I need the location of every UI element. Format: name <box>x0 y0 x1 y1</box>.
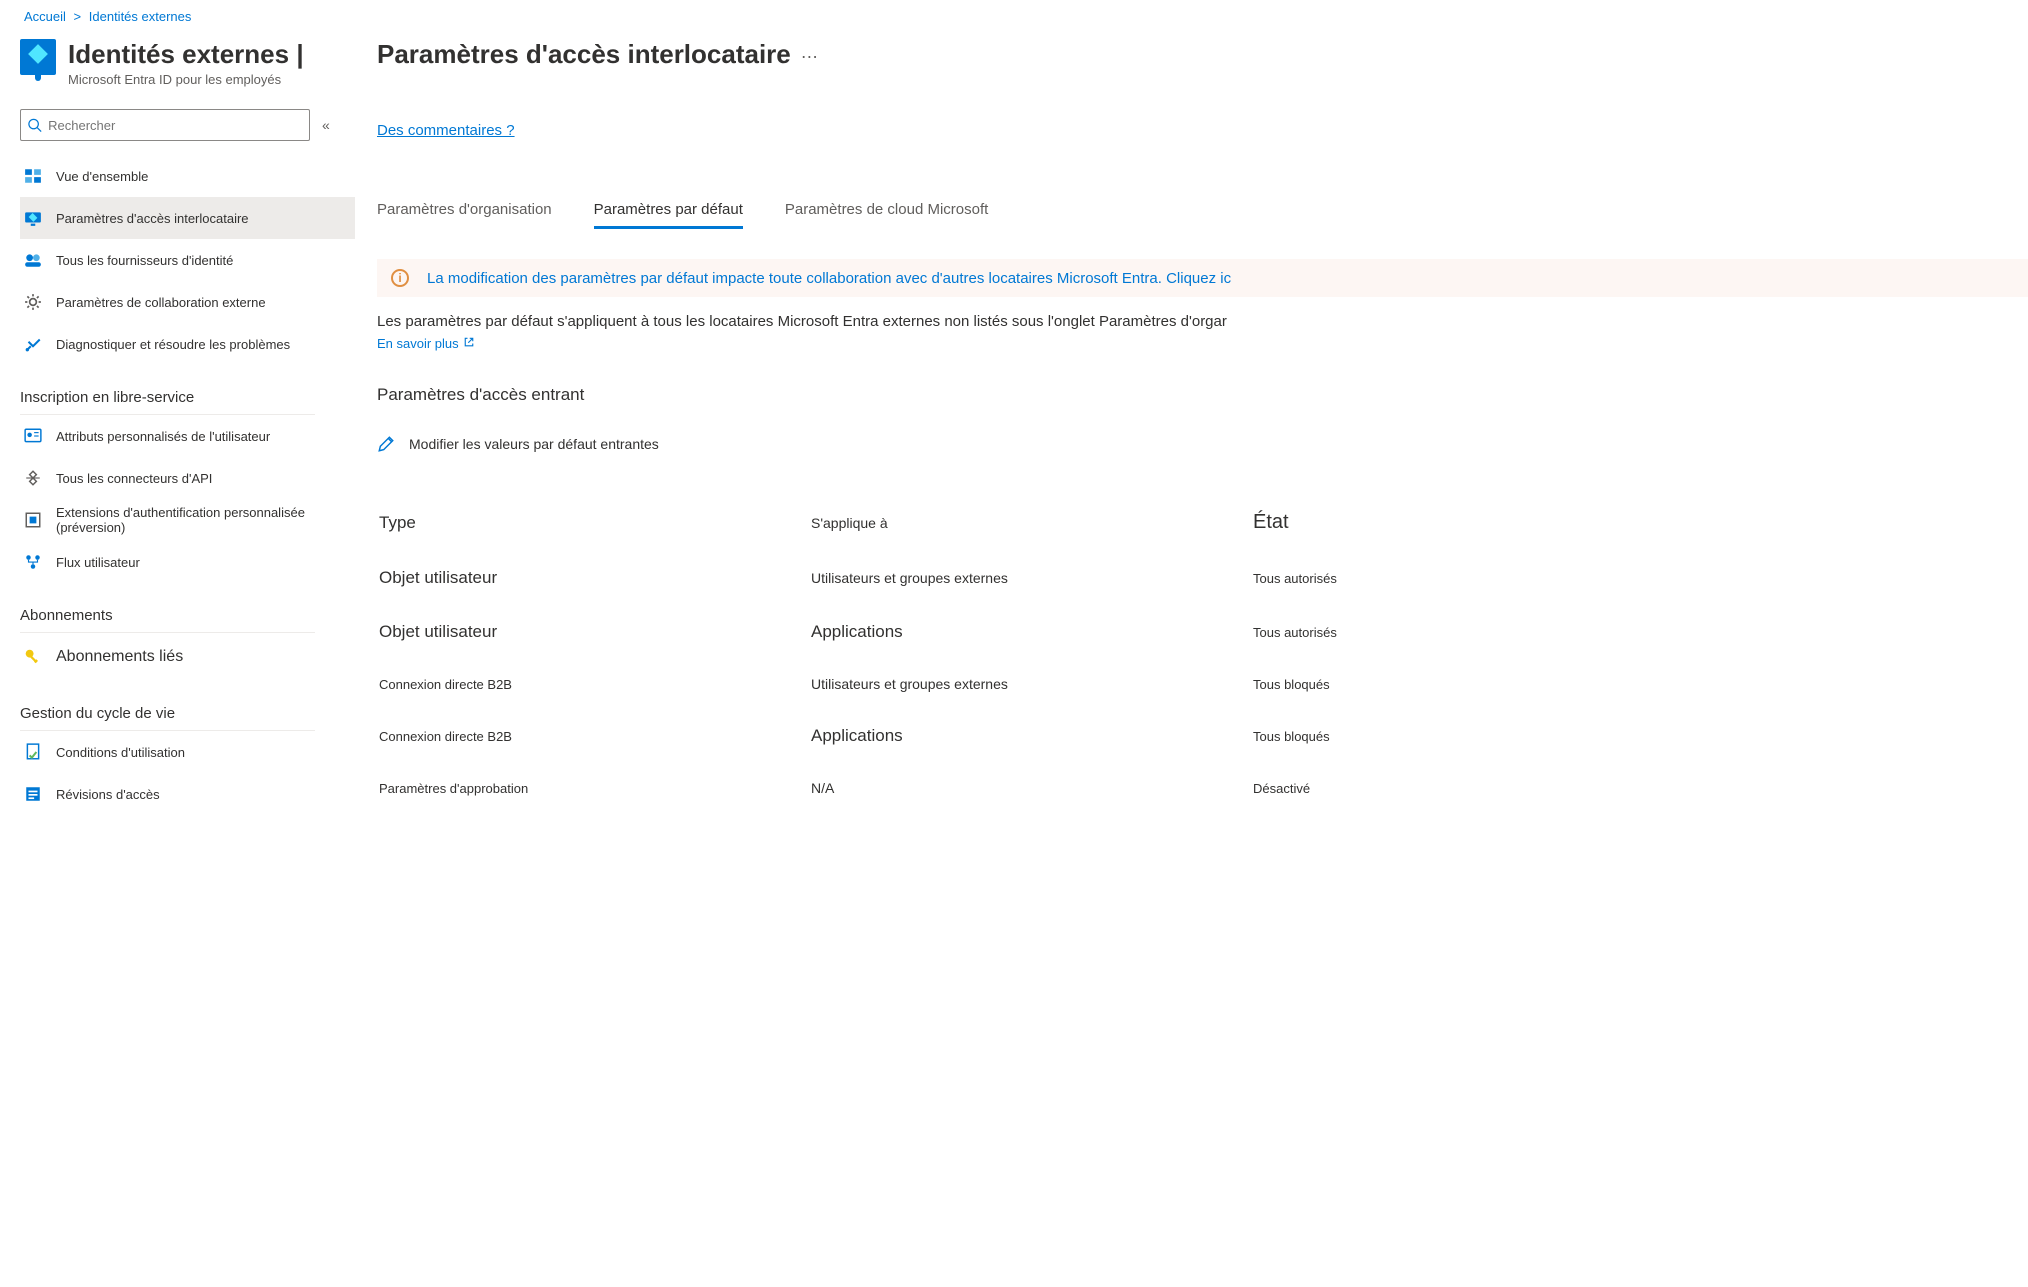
cell-applies: Utilisateurs et groupes externes <box>811 660 1251 708</box>
th-applies: S'applique à <box>811 495 1251 550</box>
info-banner: i La modification des paramètres par déf… <box>377 259 2028 297</box>
sidebar-item-label: Vue d'ensemble <box>56 169 148 184</box>
sidebar: Identités externes | Microsoft Entra ID … <box>0 33 355 815</box>
cell-type: Paramètres d'approbation <box>379 764 809 812</box>
sidebar-item-label: Tous les connecteurs d'API <box>56 471 212 486</box>
info-icon: i <box>391 269 409 287</box>
learn-more-link[interactable]: En savoir plus <box>377 336 475 351</box>
sidebar-item-label: Révisions d'accès <box>56 787 160 802</box>
key-icon <box>24 648 42 666</box>
more-actions-icon[interactable]: … <box>800 42 820 63</box>
breadcrumb-sep: > <box>74 9 82 24</box>
search-icon <box>27 117 42 133</box>
sidebar-item-tous-les-fournisseurs-d-identi[interactable]: Tous les fournisseurs d'identité <box>20 239 355 281</box>
section-heading-inbound: Paramètres d'accès entrant <box>377 385 2028 405</box>
sidebar-item-label: Abonnements liés <box>56 648 183 666</box>
section-selfservice-title: Inscription en libre-service <box>20 389 355 406</box>
search-input-wrapper[interactable] <box>20 109 310 141</box>
sidebar-item-flux-utilisateur[interactable]: Flux utilisateur <box>20 541 355 583</box>
sidebar-item-tous-les-connecteurs-d-api[interactable]: Tous les connecteurs d'API <box>20 457 355 499</box>
th-type: Type <box>379 495 809 550</box>
identity-providers-icon <box>24 251 42 269</box>
sidebar-item-label: Tous les fournisseurs d'identité <box>56 253 233 268</box>
sidebar-item-attributs-personnalis-s-de-l-u[interactable]: Attributs personnalisés de l'utilisateur <box>20 415 355 457</box>
sidebar-item-param-tres-d-acc-s-interlocata[interactable]: Paramètres d'accès interlocataire <box>20 197 355 239</box>
cell-state: Tous autorisés <box>1253 606 2026 658</box>
sidebar-item-label: Extensions d'authentification personnali… <box>56 505 355 535</box>
blade-title: Identités externes | <box>68 39 304 70</box>
external-link-icon <box>463 336 475 351</box>
cell-applies: N/A <box>811 764 1251 812</box>
sidebar-item-label: Paramètres de collaboration externe <box>56 295 266 310</box>
sidebar-item-diagnostiquer-et-r-soudre-les-[interactable]: Diagnostiquer et résoudre les problèmes <box>20 323 355 365</box>
cell-applies: Utilisateurs et groupes externes <box>811 552 1251 604</box>
cell-applies: Applications <box>811 710 1251 762</box>
blade-subtitle: Microsoft Entra ID pour les employés <box>68 72 304 87</box>
sidebar-item-conditions-d-utilisation[interactable]: Conditions d'utilisation <box>20 731 355 773</box>
table-row: Connexion directe B2BUtilisateurs et gro… <box>379 660 2026 708</box>
cell-type: Connexion directe B2B <box>379 710 809 762</box>
table-row: Paramètres d'approbationN/ADésactivé <box>379 764 2026 812</box>
edit-inbound-defaults[interactable]: Modifier les valeurs par défaut entrante… <box>377 435 2028 453</box>
table-row: Objet utilisateurApplicationsTous autori… <box>379 606 2026 658</box>
cell-state: Désactivé <box>1253 764 2026 812</box>
section-subs-title: Abonnements <box>20 607 355 624</box>
sidebar-item-abonnements-li-s[interactable]: Abonnements liés <box>20 633 355 681</box>
sidebar-item-param-tres-de-collaboration-ex[interactable]: Paramètres de collaboration externe <box>20 281 355 323</box>
diagnose-icon <box>24 335 42 353</box>
tabs: Paramètres d'organisation Paramètres par … <box>377 193 2028 229</box>
blade-header: Identités externes | Microsoft Entra ID … <box>20 39 355 87</box>
th-state: État <box>1253 495 2026 550</box>
gear-icon <box>24 293 42 311</box>
page-title: Paramètres d'accès interlocataire <box>377 39 791 69</box>
cell-state: Tous bloqués <box>1253 660 2026 708</box>
table-row: Objet utilisateurUtilisateurs et groupes… <box>379 552 2026 604</box>
tab-param-tres-de-cloud-microsoft[interactable]: Paramètres de cloud Microsoft <box>785 193 988 229</box>
sidebar-item-vue-d-ensemble[interactable]: Vue d'ensemble <box>20 155 355 197</box>
learn-more-label: En savoir plus <box>377 336 459 351</box>
feedback-link[interactable]: Des commentaires ? <box>377 122 515 139</box>
sidebar-item-label: Flux utilisateur <box>56 555 140 570</box>
tab-param-tres-par-d-faut[interactable]: Paramètres par défaut <box>594 193 743 229</box>
cell-state: Tous bloqués <box>1253 710 2026 762</box>
breadcrumb-page[interactable]: Identités externes <box>89 9 192 24</box>
cell-type: Objet utilisateur <box>379 552 809 604</box>
info-banner-text: La modification des paramètres par défau… <box>427 270 1231 287</box>
edit-inbound-label: Modifier les valeurs par défaut entrante… <box>409 436 659 452</box>
terms-icon <box>24 743 42 761</box>
sidebar-item-label: Paramètres d'accès interlocataire <box>56 211 249 226</box>
external-identities-icon <box>20 39 56 75</box>
tab-param-tres-d-organisation[interactable]: Paramètres d'organisation <box>377 193 552 229</box>
user-attr-icon <box>24 427 42 445</box>
inbound-table: Type S'applique à État Objet utilisateur… <box>377 493 2028 814</box>
collapse-sidebar-icon[interactable]: « <box>322 117 330 133</box>
cell-type: Objet utilisateur <box>379 606 809 658</box>
section-lifecycle-title: Gestion du cycle de vie <box>20 705 355 722</box>
cell-type: Connexion directe B2B <box>379 660 809 708</box>
sidebar-item-label: Conditions d'utilisation <box>56 745 185 760</box>
cross-tenant-icon <box>24 209 42 227</box>
overview-icon <box>24 167 42 185</box>
table-row: Connexion directe B2BApplicationsTous bl… <box>379 710 2026 762</box>
cell-state: Tous autorisés <box>1253 552 2026 604</box>
main-content: Paramètres d'accès interlocataire … Des … <box>355 33 2028 815</box>
sidebar-item-extensions-d-authentification-[interactable]: Extensions d'authentification personnali… <box>20 499 355 541</box>
breadcrumb: Accueil > Identités externes <box>0 0 2028 33</box>
sidebar-item-label: Diagnostiquer et résoudre les problèmes <box>56 337 290 352</box>
user-flow-icon <box>24 553 42 571</box>
breadcrumb-home[interactable]: Accueil <box>24 9 66 24</box>
auth-ext-icon <box>24 511 42 529</box>
body-text: Les paramètres par défaut s'appliquent à… <box>377 311 2028 332</box>
access-review-icon <box>24 785 42 803</box>
search-input[interactable] <box>42 118 303 133</box>
sidebar-item-label: Attributs personnalisés de l'utilisateur <box>56 429 270 444</box>
api-connector-icon <box>24 469 42 487</box>
cell-applies: Applications <box>811 606 1251 658</box>
pencil-icon <box>377 435 395 453</box>
sidebar-item-r-visions-d-acc-s[interactable]: Révisions d'accès <box>20 773 355 815</box>
